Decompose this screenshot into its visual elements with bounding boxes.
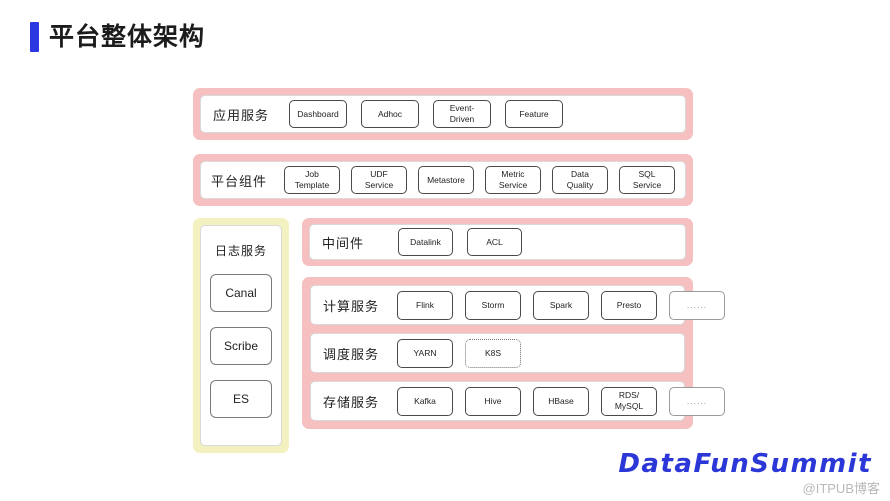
chip-yarn[interactable]: YARN [397,338,453,368]
lower-section: 日志服务 Canal Scribe ES 中间件 Datalink ACL 计算… [193,218,725,453]
compute-services-label: 计算服务 [323,298,380,314]
chip-canal[interactable]: Canal [210,274,272,312]
schedule-services-label: 调度服务 [323,346,380,362]
chip-event-driven[interactable]: Event- Driven [433,100,491,128]
chip-acl[interactable]: ACL [467,228,522,256]
platform-components-row: 平台组件 Job Template UDF Service Metastore … [200,161,686,199]
storage-services-row: 存储服务 Kafka Hive HBase RDS/ MySQL ...... [310,381,725,421]
layer-platform-components: 平台组件 Job Template UDF Service Metastore … [193,154,693,206]
chip-sql-service[interactable]: SQL Service [619,166,675,194]
log-services-inner: 日志服务 Canal Scribe ES [200,225,282,446]
chip-storage-more[interactable]: ...... [669,386,725,416]
chip-presto[interactable]: Presto [601,290,657,320]
application-services-shell: 应用服务 Dashboard Adhoc Event- Driven Featu… [193,88,693,140]
layer-application-services: 应用服务 Dashboard Adhoc Event- Driven Featu… [193,88,693,140]
platform-components-shell: 平台组件 Job Template UDF Service Metastore … [193,154,693,206]
layer-infrastructure-stack: 计算服务 Flink Storm Spark Presto ...... 调度服… [302,277,725,429]
chip-feature[interactable]: Feature [505,100,563,128]
layer-log-services: 日志服务 Canal Scribe ES [193,218,289,453]
chip-es[interactable]: ES [210,380,272,418]
chip-metric-service[interactable]: Metric Service [485,166,541,194]
chip-kafka[interactable]: Kafka [397,386,453,416]
page-title-text: 平台整体架构 [49,22,206,51]
lower-right-column: 中间件 Datalink ACL 计算服务 Flink Storm Spark … [302,218,725,429]
chip-compute-more[interactable]: ...... [669,290,725,320]
chip-dashboard[interactable]: Dashboard [289,100,347,128]
chip-metastore[interactable]: Metastore [418,166,474,194]
platform-components-label: 平台组件 [211,173,268,189]
storage-services-label: 存储服务 [323,394,380,410]
architecture-diagram: 应用服务 Dashboard Adhoc Event- Driven Featu… [193,88,725,453]
chip-datalink[interactable]: Datalink [398,228,453,256]
layer-middleware: 中间件 Datalink ACL [302,218,693,266]
chip-k8s[interactable]: K8S [465,338,521,368]
chip-data-quality[interactable]: Data Quality [552,166,608,194]
chip-scribe[interactable]: Scribe [210,327,272,365]
itpub-watermark: @ITPUB博客 [802,481,880,496]
application-services-row: 应用服务 Dashboard Adhoc Event- Driven Featu… [200,95,686,133]
chip-udf-service[interactable]: UDF Service [351,166,407,194]
compute-services-row: 计算服务 Flink Storm Spark Presto ...... [310,285,725,325]
application-services-label: 应用服务 [213,107,270,123]
chip-adhoc[interactable]: Adhoc [361,100,419,128]
page-title: 平台整体架构 [30,22,205,52]
chip-flink[interactable]: Flink [397,290,453,320]
middleware-label: 中间件 [322,235,365,251]
chip-storm[interactable]: Storm [465,290,521,320]
chip-spark[interactable]: Spark [533,290,589,320]
chip-hbase[interactable]: HBase [533,386,589,416]
chip-job-template[interactable]: Job Template [284,166,340,194]
log-services-label: 日志服务 [214,244,267,258]
datafun-summit-logo: DataFunSummit [618,449,872,479]
chip-rds-mysql[interactable]: RDS/ MySQL [601,386,657,416]
middleware-row: 中间件 Datalink ACL [309,224,686,260]
chip-hive[interactable]: Hive [465,386,521,416]
schedule-services-row: 调度服务 YARN K8S [310,333,685,373]
title-accent-bar [30,22,39,52]
